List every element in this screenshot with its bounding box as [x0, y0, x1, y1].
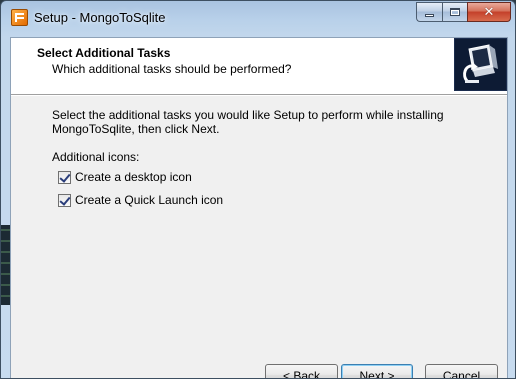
close-button[interactable]: ✕ — [467, 2, 511, 22]
cancel-button[interactable]: Cancel — [425, 364, 498, 378]
desktop-icon-label[interactable]: Create a desktop icon — [75, 170, 192, 184]
page-subtitle: Which additional tasks should be perform… — [52, 62, 292, 76]
setup-window: Setup - MongoToSqlite ✕ Select Additiona… — [0, 0, 516, 379]
task-desktop-icon[interactable]: Create a desktop icon — [58, 169, 192, 185]
background-strip — [1, 225, 10, 305]
back-button[interactable]: < Back — [265, 364, 338, 378]
window-title: Setup - MongoToSqlite — [34, 10, 166, 25]
minimize-button[interactable] — [416, 2, 442, 22]
close-icon: ✕ — [483, 4, 495, 19]
wizard-header: Select Additional Tasks Which additional… — [11, 38, 507, 95]
desktop-icon-checkbox[interactable] — [58, 170, 71, 184]
quick-launch-label[interactable]: Create a Quick Launch icon — [75, 193, 223, 207]
wizard-client-area: Select Additional Tasks Which additional… — [10, 37, 508, 378]
setup-app-icon — [11, 9, 28, 26]
setup-computer-icon — [454, 38, 507, 91]
task-description: Select the additional tasks you would li… — [52, 108, 444, 136]
task-quick-launch-icon[interactable]: Create a Quick Launch icon — [58, 192, 223, 208]
maximize-button[interactable] — [442, 2, 467, 22]
additional-icons-label: Additional icons: — [52, 150, 140, 164]
title-bar[interactable]: Setup - MongoToSqlite ✕ — [1, 1, 515, 37]
header-divider — [11, 95, 507, 96]
page-title: Select Additional Tasks — [37, 46, 171, 60]
caption-buttons: ✕ — [416, 2, 511, 22]
maximize-icon — [450, 8, 460, 16]
next-button[interactable]: Next > — [341, 364, 413, 378]
quick-launch-checkbox[interactable] — [58, 193, 71, 207]
wizard-buttons: < Back Next > Cancel — [11, 364, 507, 378]
minimize-icon — [425, 13, 434, 17]
